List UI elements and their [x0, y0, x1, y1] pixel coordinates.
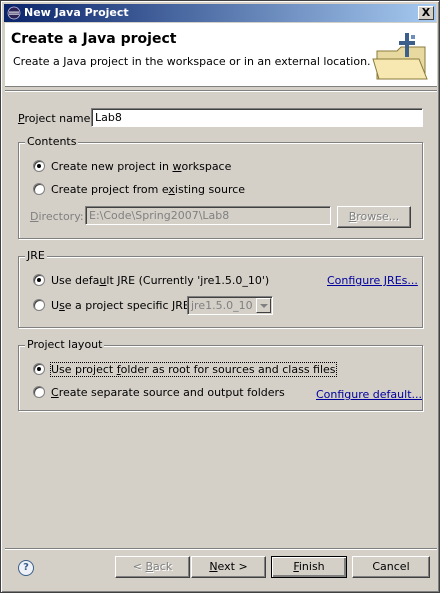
- radio-label: Use project folder as root for sources a…: [50, 362, 337, 377]
- help-icon[interactable]: ?: [18, 560, 34, 576]
- radio-label: Use a project specific JRE:: [51, 299, 194, 312]
- cancel-button[interactable]: Cancel: [352, 556, 430, 578]
- wizard-banner: Create a Java project Create a Java proj…: [5, 23, 437, 87]
- jre-select-value: jre1.5.0_10: [191, 299, 253, 312]
- window-title: New Java Project: [24, 6, 129, 19]
- project-layout-group: Project layout: [18, 338, 423, 411]
- configure-default-link[interactable]: Configure default...: [316, 388, 422, 401]
- title-bar[interactable]: New Java Project X: [4, 4, 436, 22]
- radio-label: Use default JRE (Currently 'jre1.5.0_10'…: [51, 274, 270, 287]
- contents-group-title: Contents: [25, 135, 79, 148]
- project-name-label: Project name:: [18, 112, 95, 125]
- browse-button[interactable]: Browse...: [337, 206, 411, 228]
- jre-select[interactable]: jre1.5.0_10: [187, 296, 273, 315]
- configure-jres-link[interactable]: Configure JREs...: [327, 274, 418, 287]
- radio-label: Create separate source and output folder…: [51, 386, 285, 399]
- chevron-down-icon[interactable]: [256, 298, 271, 313]
- radio-button[interactable]: [33, 160, 45, 172]
- directory-label: Directory:: [30, 210, 84, 223]
- radio-button[interactable]: [33, 299, 45, 311]
- jre-group: JRE: [18, 249, 423, 328]
- jre-group-title: JRE: [25, 249, 47, 262]
- next-button[interactable]: Next >: [191, 556, 266, 578]
- footer-separator: [5, 548, 437, 550]
- radio-label: Create project from existing source: [51, 183, 246, 196]
- back-button[interactable]: < Back: [115, 556, 190, 578]
- directory-input[interactable]: E:\Code\Spring2007\Lab8: [85, 206, 331, 225]
- close-button[interactable]: X: [418, 6, 434, 20]
- radio-button[interactable]: [33, 183, 45, 195]
- finish-button[interactable]: Finish: [271, 556, 347, 578]
- radio-button[interactable]: [33, 363, 45, 375]
- project-name-input[interactable]: Lab8: [91, 108, 423, 127]
- java-project-folder-icon: [372, 33, 428, 80]
- dialog-window: New Java Project X Create a Java project…: [0, 0, 440, 593]
- radio-label: Create new project in workspace: [51, 160, 232, 173]
- radio-button[interactable]: [33, 274, 45, 286]
- radio-button[interactable]: [33, 386, 45, 398]
- banner-title: Create a Java project: [11, 31, 177, 47]
- banner-separator: [5, 90, 437, 92]
- banner-description: Create a Java project in the workspace o…: [13, 55, 371, 68]
- project-layout-group-title: Project layout: [25, 338, 105, 351]
- eclipse-icon: [7, 6, 21, 20]
